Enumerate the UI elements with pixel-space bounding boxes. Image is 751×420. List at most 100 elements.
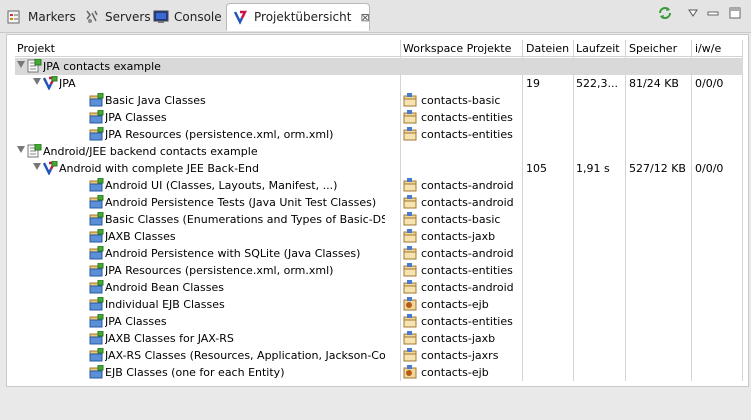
table-row[interactable]: Android Persistence with SQLite (Java Cl… — [15, 245, 743, 262]
workspace-project: contacts-basic — [421, 213, 501, 226]
table-row[interactable]: Android UI (Classes, Layouts, Manifest, … — [15, 177, 743, 194]
runtime-value: 1,91 s — [576, 162, 610, 175]
project-name: JPA — [59, 77, 76, 90]
tab-servers[interactable]: Servers — [84, 3, 151, 30]
iwe-value: 0/0/0 — [695, 77, 724, 90]
workspace-project-icon — [403, 212, 419, 226]
table-row[interactable]: JPA 19 522,3... 81/24 KB 0/0/0 — [15, 75, 743, 92]
workspace-project-icon — [403, 93, 419, 107]
table-row[interactable]: JPA contacts example — [15, 58, 743, 75]
table-row[interactable]: JPA Classes contacts-entities — [15, 313, 743, 330]
tab-console[interactable]: Console — [153, 3, 222, 30]
workspace-project: contacts-entities — [421, 264, 513, 277]
tab-markers-label: Markers — [28, 9, 76, 24]
expand-toggle-icon[interactable] — [33, 163, 41, 170]
workspace-project: contacts-ejb — [421, 366, 489, 379]
module-icon — [89, 296, 104, 311]
workspace-project: contacts-jaxb — [421, 332, 496, 345]
table-row[interactable]: Basic Classes (Enumerations and Types of… — [15, 211, 743, 228]
workspace-project: contacts-jaxrs — [421, 349, 499, 362]
module-icon — [89, 177, 104, 192]
projekt-view-window: Markers Servers Console Projektübersicht… — [0, 0, 751, 397]
project-name: Android/JEE backend contacts example — [43, 145, 258, 158]
table-row[interactable]: JPA Classes contacts-entities — [15, 109, 743, 126]
module-icon — [89, 313, 104, 328]
module-icon — [89, 262, 104, 277]
workspace-project-icon — [403, 280, 419, 294]
table-row[interactable]: EJB Classes (one for each Entity) contact… — [15, 364, 743, 381]
project-name: Android UI (Classes, Layouts, Manifest, … — [105, 179, 338, 192]
workspace-project: contacts-entities — [421, 128, 513, 141]
expand-toggle-icon[interactable] — [17, 146, 25, 153]
module-icon — [89, 228, 104, 243]
workspace-project-icon — [403, 331, 419, 345]
table-row[interactable]: Basic Java Classes contacts-basic — [15, 92, 743, 109]
workspace-project: contacts-jaxb — [421, 230, 496, 243]
module-icon — [89, 347, 104, 362]
table-row[interactable]: JAXB Classes for JAX-RS contacts-jaxb — [15, 330, 743, 347]
close-icon[interactable]: ⊠ — [360, 11, 369, 24]
table-row[interactable]: Android with complete JEE Back-End 105 1,9… — [15, 160, 743, 177]
table-row[interactable]: Android Persistence Tests (Java Unit Tes… — [15, 194, 743, 211]
workspace-project-icon — [403, 263, 419, 277]
expand-toggle-icon[interactable] — [33, 78, 41, 85]
module-icon — [89, 109, 104, 124]
project-name: Individual EJB Classes — [105, 298, 225, 311]
workspace-project-icon — [403, 246, 419, 260]
workspace-project: contacts-android — [421, 196, 514, 209]
view-menu-icon[interactable] — [684, 4, 702, 22]
module-icon — [89, 126, 104, 141]
module-icon — [89, 211, 104, 226]
table-row[interactable]: JAX-RS Classes (Resources, Application, … — [15, 347, 743, 364]
tab-projektuebersicht-label: Projektübersicht — [254, 10, 352, 24]
workspace-project-icon — [403, 314, 419, 328]
table-row[interactable]: Android Bean Classes contacts-android — [15, 279, 743, 296]
workspace-project: contacts-android — [421, 281, 514, 294]
column-header-laufzeit[interactable]: Laufzeit — [576, 42, 620, 55]
project-overview-table: Projekt Workspace Projekte Dateien Laufz… — [6, 34, 749, 387]
column-header-workspace[interactable]: Workspace Projekte — [403, 42, 511, 55]
module-icon — [89, 245, 104, 260]
table-header: Projekt Workspace Projekte Dateien Laufz… — [15, 40, 743, 57]
table-row[interactable]: Android/JEE backend contacts example — [15, 143, 743, 160]
column-header-speicher[interactable]: Speicher — [629, 42, 677, 55]
workspace-project-icon — [403, 127, 419, 141]
column-header-projekt[interactable]: Projekt — [17, 42, 55, 55]
memory-value: 81/24 KB — [629, 77, 679, 90]
project-group-icon — [27, 58, 42, 73]
tab-markers[interactable]: Markers — [7, 3, 76, 30]
project-name: JPA Classes — [105, 315, 167, 328]
runtime-value: 522,3... — [576, 77, 618, 90]
table-row[interactable]: JPA Resources (persistence.xml, orm.xml)… — [15, 126, 743, 143]
tab-projektuebersicht[interactable]: Projektübersicht ⊠ — [226, 3, 370, 31]
maximize-icon[interactable] — [726, 4, 744, 22]
project-name: Android Persistence with SQLite (Java Cl… — [105, 247, 361, 260]
module-icon — [89, 194, 104, 209]
table-row[interactable]: JPA Resources (persistence.xml, orm.xml)… — [15, 262, 743, 279]
project-name: JPA Classes — [105, 111, 167, 124]
table-row[interactable]: JAXB Classes contacts-jaxb — [15, 228, 743, 245]
console-icon — [153, 9, 169, 25]
minimize-icon[interactable] — [704, 4, 722, 22]
iwe-value: 0/0/0 — [695, 162, 724, 175]
project-name: JPA contacts example — [43, 60, 161, 73]
workspace-project-icon — [403, 178, 419, 192]
project-icon — [42, 160, 58, 176]
project-name: JAXB Classes for JAX-RS — [105, 332, 234, 345]
expand-toggle-icon[interactable] — [17, 61, 25, 68]
project-name: Basic Java Classes — [105, 94, 206, 107]
workspace-project: contacts-android — [421, 247, 514, 260]
workspace-project: contacts-android — [421, 179, 514, 192]
workspace-project: contacts-entities — [421, 315, 513, 328]
refresh-icon[interactable] — [656, 4, 674, 22]
project-group-icon — [27, 143, 42, 158]
view-tab-bar: Markers Servers Console Projektübersicht… — [0, 0, 751, 33]
memory-value: 527/12 KB — [629, 162, 686, 175]
column-header-iwe[interactable]: i/w/e — [695, 42, 721, 55]
column-header-dateien[interactable]: Dateien — [526, 42, 569, 55]
overview-icon — [233, 9, 249, 25]
module-icon — [89, 92, 104, 107]
project-name: Android Persistence Tests (Java Unit Tes… — [105, 196, 377, 209]
module-icon — [89, 330, 104, 345]
table-row[interactable]: Individual EJB Classes contacts-ejb — [15, 296, 743, 313]
